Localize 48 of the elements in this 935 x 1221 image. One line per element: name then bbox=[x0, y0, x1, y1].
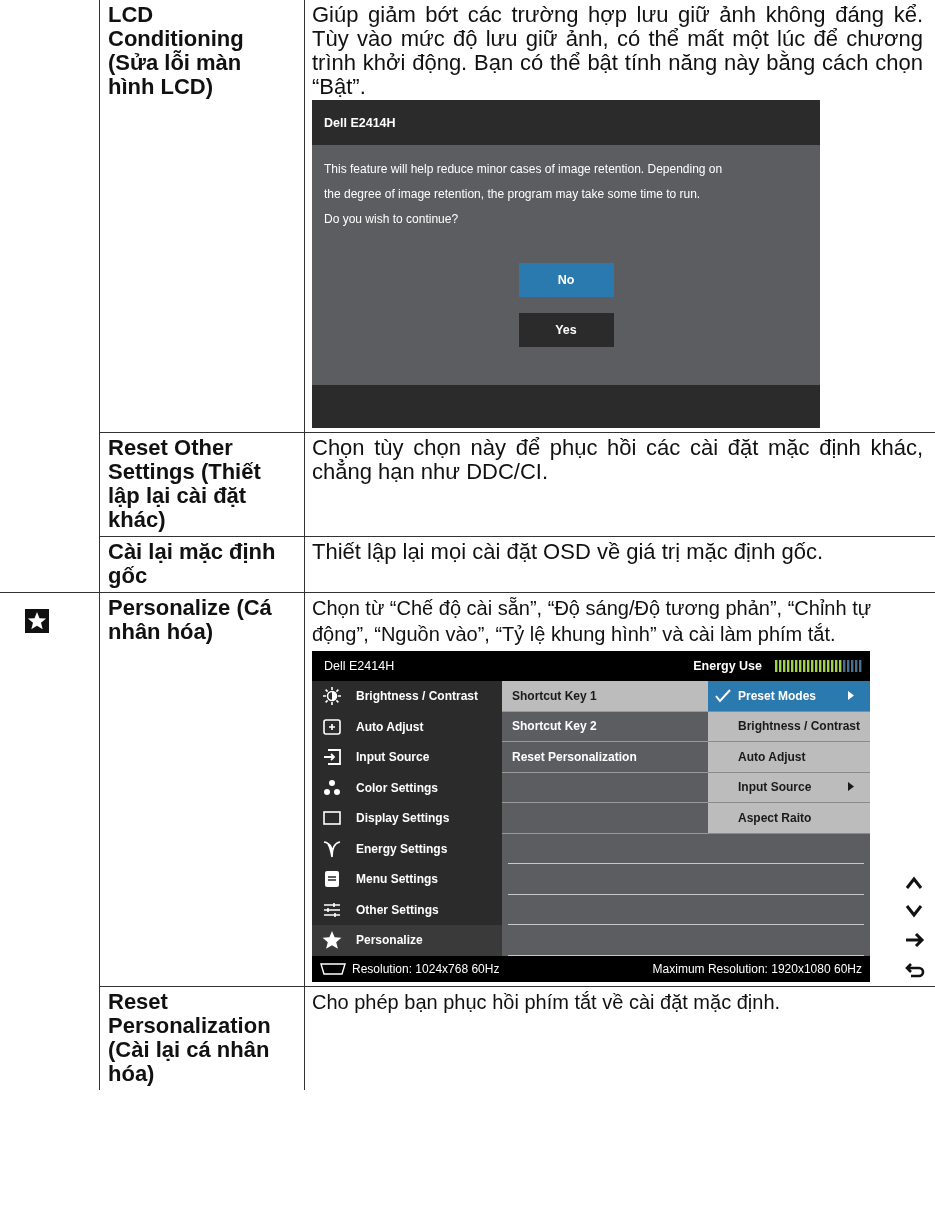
osd-main-menu-item[interactable]: Display Settings bbox=[312, 803, 502, 834]
color-dots-icon bbox=[322, 777, 342, 798]
osd-option-item[interactable]: Preset Modes bbox=[708, 681, 870, 712]
star-icon bbox=[322, 930, 342, 951]
osd-main-menu-item[interactable]: Color Settings bbox=[312, 772, 502, 803]
energy-use-label: Energy Use bbox=[693, 659, 762, 673]
osd-option-item[interactable]: Auto Adjust bbox=[708, 742, 870, 773]
osd-main-menu-item[interactable]: Personalize bbox=[312, 925, 502, 956]
setting-description: Cho phép bạn phục hồi phím tắt về cài đặt mặc định. bbox=[312, 989, 782, 1015]
dialog-message: This feature will help reduce minor cases of image retention. Depending on bbox=[324, 161, 724, 178]
setting-description: Chọn từ “Chế độ cài sẵn”, “Độ sáng/Độ tương phản”, “Chỉnh tự động”, “Nguồn vào”, “Tỷ lệ khung hình” và cài làm phím tắt. bbox=[312, 596, 873, 647]
vga-connector-icon bbox=[320, 962, 346, 975]
dialog-message: Do you wish to continue? bbox=[324, 211, 460, 228]
osd-submenu-item[interactable]: Shortcut Key 1 bbox=[502, 681, 708, 712]
setting-name: Cài lại mặc định gốc bbox=[108, 539, 276, 588]
setting-description: Thiết lập lại mọi cài đặt OSD về giá trị mặc định gốc. bbox=[312, 540, 825, 564]
caret-icon bbox=[848, 782, 854, 792]
brightness-icon bbox=[322, 686, 342, 707]
osd-main-menu-item[interactable]: Energy Settings bbox=[312, 833, 502, 864]
osd-option-item[interactable]: Brightness / Contrast bbox=[708, 711, 870, 742]
checkmark-icon bbox=[715, 688, 731, 703]
setting-name: Personalize (Cá nhân hóa) bbox=[108, 595, 272, 644]
osd-option-item[interactable]: Aspect Raito bbox=[708, 803, 870, 834]
dialog-title: Dell E2414H bbox=[324, 115, 396, 130]
dialog-message: the degree of image retention, the program may take some time to run. bbox=[324, 186, 702, 203]
osd-main-menu-item[interactable]: Menu Settings bbox=[312, 864, 502, 895]
osd-option-item[interactable]: Input Source bbox=[708, 772, 870, 803]
max-resolution-text: Maximum Resolution: 1920x1080 60Hz bbox=[652, 961, 862, 976]
menu-icon bbox=[322, 869, 342, 890]
caret-icon bbox=[848, 690, 854, 700]
osd-title: Dell E2414H bbox=[324, 659, 395, 673]
osd-main-menu-item[interactable]: Input Source bbox=[312, 742, 502, 773]
setting-description: Chọn tùy chọn này để phục hồi các cài đặt mặc định khác, chẳng hạn như DDC/CI. bbox=[312, 436, 924, 484]
input-source-icon bbox=[322, 747, 342, 768]
dialog-button[interactable]: No bbox=[518, 263, 614, 297]
setting-description: Giúp giảm bớt các trường hợp lưu giữ ảnh không đáng kể. Tùy vào mức độ lưu giữ ảnh, có thể mất một lúc để chương trình khởi động. Bạn có thể bật tính năng này bằng cách chọn “Bật”. bbox=[312, 3, 924, 99]
resolution-text: Resolution: 1024x768 60Hz bbox=[352, 961, 500, 976]
setting-name: LCD Conditioning (Sửa lỗi màn hình LCD) bbox=[108, 2, 244, 99]
setting-name: Reset Personalization (Cài lại cá nhân hóa) bbox=[108, 988, 271, 1086]
dialog-button[interactable]: Yes bbox=[518, 313, 614, 347]
osd-main-menu-item[interactable]: Brightness / Contrast bbox=[312, 681, 502, 712]
right-arrow-icon[interactable] bbox=[905, 931, 925, 948]
auto-adjust-icon bbox=[322, 716, 342, 737]
osd-main-menu-item[interactable]: Auto Adjust bbox=[312, 711, 502, 742]
osd-main-menu-item[interactable]: Other Settings bbox=[312, 894, 502, 925]
back-icon[interactable] bbox=[905, 961, 925, 978]
setting-name: Reset Other Settings (Thiết lập lại cài đặt khác) bbox=[108, 435, 261, 532]
leaf-icon bbox=[322, 838, 342, 859]
